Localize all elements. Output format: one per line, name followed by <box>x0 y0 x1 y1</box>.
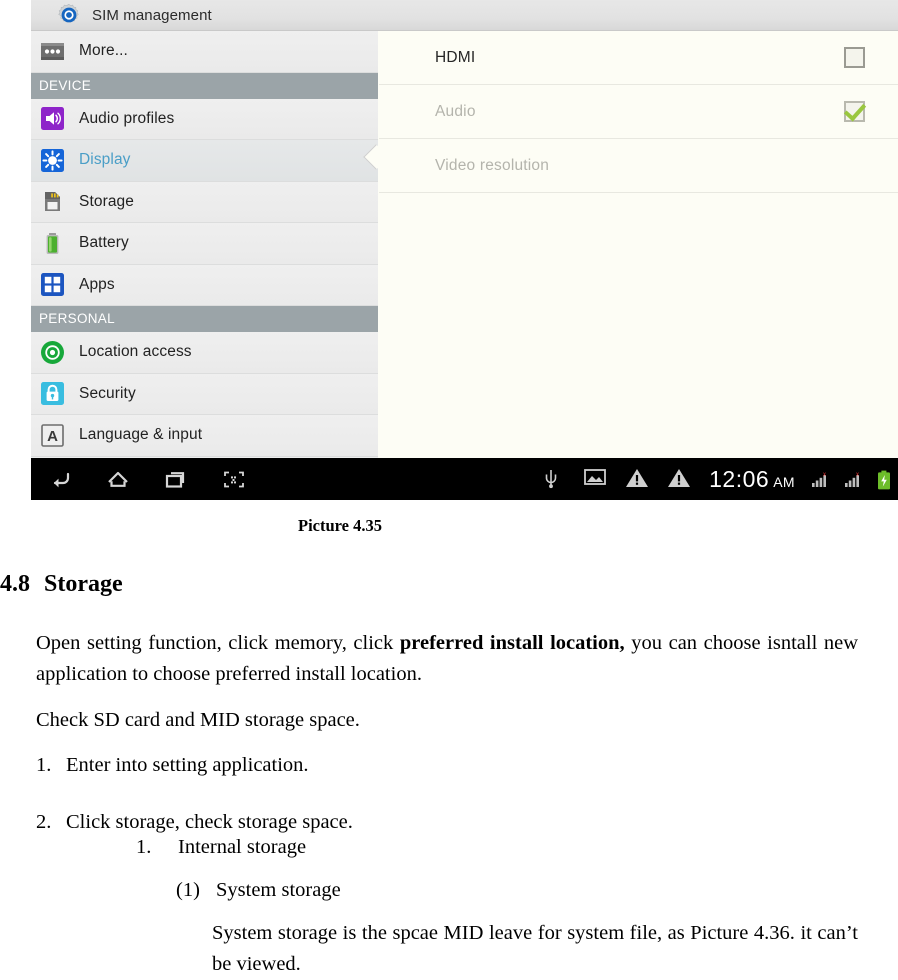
sidebar-section-label: DEVICE <box>39 77 92 93</box>
clock-time: 12:06 <box>709 465 770 492</box>
screenshot-icon[interactable] <box>221 467 247 491</box>
sidebar-item-label: More... <box>79 42 128 60</box>
paragraph-check-storage: Check SD card and MID storage space. <box>36 709 360 731</box>
image-icon <box>583 467 609 491</box>
list-text: System storage <box>216 879 341 901</box>
sim-management-header[interactable]: SIM management <box>31 0 898 31</box>
sidebar-item-label: Display <box>79 151 131 169</box>
battery-icon <box>40 231 65 256</box>
settings-sidebar[interactable]: More... DEVICE Audio profiles Display St… <box>31 31 378 458</box>
sidebar-item-label: Battery <box>79 234 129 252</box>
sim-management-label: SIM management <box>92 6 212 24</box>
location-icon <box>40 340 65 365</box>
warning-icon <box>667 467 693 491</box>
display-settings-panel: HDMI Audio Video resolution <box>379 31 898 458</box>
sidebar-section-device: DEVICE <box>31 72 378 99</box>
sidebar-item-location-access[interactable]: Location access <box>31 332 378 374</box>
sidebar-item-label: Language & input <box>79 426 203 444</box>
android-settings-screenshot: SIM management More... DEVICE Audio prof… <box>31 0 898 500</box>
list-item: (1) System storage <box>176 875 341 906</box>
signal-bars-icon: x <box>844 471 861 487</box>
setting-row-video-resolution[interactable]: Video resolution <box>379 139 898 193</box>
svg-text:x: x <box>823 472 826 478</box>
sidebar-item-label: Location access <box>79 343 192 361</box>
brightness-icon <box>40 148 65 173</box>
sim-gear-icon <box>57 3 81 27</box>
status-icons: 12:06 AM x x <box>541 458 890 500</box>
sidebar-item-apps[interactable]: Apps <box>31 264 378 306</box>
setting-label: Video resolution <box>435 156 550 174</box>
sidebar-item-more[interactable]: More... <box>31 31 378 73</box>
heading-title: Storage <box>44 571 123 597</box>
list-text: Enter into setting application. <box>66 754 309 776</box>
android-navigation-bar: 12:06 AM x x <box>31 458 898 500</box>
hdmi-checkbox[interactable] <box>844 47 865 68</box>
warning-icon <box>625 467 651 491</box>
sidebar-item-label: Apps <box>79 275 115 293</box>
audio-checkbox[interactable] <box>844 101 865 122</box>
list-marker: 1. <box>36 754 52 776</box>
sidebar-item-label: Security <box>79 384 136 402</box>
list-marker: 2. <box>36 811 52 833</box>
selected-chevron-icon <box>363 142 378 178</box>
paragraph-intro: Open setting function, click memory, cli… <box>36 628 858 690</box>
heading-number: 4.8 <box>0 571 30 597</box>
list-text: Click storage, check storage space. <box>66 811 353 833</box>
sdcard-icon <box>40 189 65 214</box>
svg-text:x: x <box>856 472 859 478</box>
page-heading: 4.8 Storage <box>0 571 123 598</box>
paragraph-bold-term: preferred install location, <box>399 632 625 654</box>
speaker-icon <box>40 106 65 131</box>
sidebar-item-storage[interactable]: Storage <box>31 181 378 223</box>
figure-caption: Picture 4.35 <box>297 516 382 535</box>
recents-icon[interactable] <box>163 467 189 491</box>
sidebar-item-label: Audio profiles <box>79 109 175 127</box>
more-dots-icon <box>40 39 65 64</box>
language-a-icon: A <box>40 423 65 448</box>
sidebar-item-audio-profiles[interactable]: Audio profiles <box>31 98 378 140</box>
apps-grid-icon <box>40 272 65 297</box>
sidebar-item-display[interactable]: Display <box>31 140 378 182</box>
setting-row-hdmi[interactable]: HDMI <box>379 31 898 85</box>
list-marker: 1. <box>136 836 152 858</box>
battery-charging-icon <box>877 470 890 489</box>
back-icon[interactable] <box>47 467 73 491</box>
sidebar-section-personal: PERSONAL <box>31 306 378 332</box>
list-item: 1. Internal storage <box>136 832 306 863</box>
paragraph-text-a: Open setting function, click memory, cli… <box>36 632 400 654</box>
signal-bars-icon: x <box>811 471 828 487</box>
svg-text:A: A <box>47 428 58 445</box>
lock-icon <box>40 381 65 406</box>
nav-buttons <box>31 467 247 491</box>
status-clock: 12:06 AM <box>709 466 795 493</box>
list-item: 1. Enter into setting application. <box>36 750 309 781</box>
sidebar-section-label: PERSONAL <box>39 311 115 326</box>
list-text: Internal storage <box>178 836 307 858</box>
clock-ampm: AM <box>773 473 795 490</box>
sidebar-item-security[interactable]: Security <box>31 373 378 415</box>
usb-icon <box>541 467 567 491</box>
setting-row-audio[interactable]: Audio <box>379 85 898 139</box>
paragraph-system-storage: System storage is the spcae MID leave fo… <box>212 922 858 975</box>
home-icon[interactable] <box>105 467 131 491</box>
sidebar-item-language-input[interactable]: A Language & input <box>31 415 378 457</box>
list-marker: (1) <box>176 879 200 901</box>
setting-label: HDMI <box>435 48 476 66</box>
sidebar-item-label: Storage <box>79 192 134 210</box>
sidebar-item-battery[interactable]: Battery <box>31 223 378 265</box>
setting-label: Audio <box>435 102 476 120</box>
